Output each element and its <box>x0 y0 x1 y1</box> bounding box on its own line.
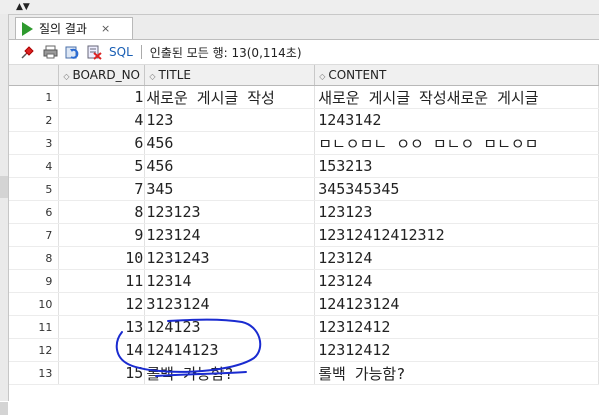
title-cell[interactable]: 새로운 게시글 작성 <box>144 85 316 109</box>
content-cell[interactable]: 123123 <box>314 200 599 224</box>
content-cell[interactable]: 345345345 <box>314 177 599 201</box>
row-number: 5 <box>9 177 60 201</box>
title-cell[interactable]: 456 <box>144 131 316 155</box>
board-no-cell[interactable]: 7 <box>58 177 146 201</box>
table-row[interactable]: 4 5 456 153213 <box>9 154 599 178</box>
title-cell[interactable]: 12314 <box>144 269 316 293</box>
row-number: 12 <box>9 338 60 362</box>
fetch-status: 인출된 모든 행: 13(0,114초) <box>149 45 302 60</box>
board-no-cell[interactable]: 1 <box>58 85 146 109</box>
row-number: 9 <box>9 269 60 293</box>
collapse-arrows-icon[interactable]: ▲▼ <box>16 2 30 12</box>
cancel-sql-icon[interactable] <box>85 43 103 61</box>
table-row[interactable]: 8 10 1231243 123124 <box>9 246 599 270</box>
print-icon[interactable] <box>41 43 59 61</box>
column-header-board-no[interactable]: ◇ BOARD_NO <box>58 65 146 86</box>
content-cell[interactable]: 롤백 가능함? <box>314 361 599 385</box>
title-cell[interactable]: 123 <box>144 108 316 132</box>
sort-handle-icon: ◇ <box>63 72 70 81</box>
content-cell[interactable]: 12312412 <box>314 315 599 339</box>
row-number: 4 <box>9 154 60 178</box>
table-row[interactable]: 1 1 새로운 게시글 작성 새로운 게시글 작성새로운 게시글 <box>9 85 599 109</box>
board-no-cell[interactable]: 6 <box>58 131 146 155</box>
result-toolbar: SQL 인출된 모든 행: 13(0,114초) <box>9 40 599 65</box>
tab-label: 질의 결과 <box>39 22 87 36</box>
table-row[interactable]: 6 8 123123 123123 <box>9 200 599 224</box>
row-number: 1 <box>9 85 60 109</box>
column-header-content[interactable]: ◇ CONTENT <box>314 65 599 86</box>
handwritten-circle-annotation <box>115 318 262 377</box>
row-number: 2 <box>9 108 60 132</box>
table-row[interactable]: 3 6 456 ㅁㄴㅇㅁㄴ ㅇㅇ ㅁㄴㅇ ㅁㄴㅇㅁ <box>9 131 599 155</box>
column-header-title[interactable]: ◇ TITLE <box>144 65 316 86</box>
row-number-header <box>9 65 60 86</box>
board-no-cell[interactable]: 10 <box>58 246 146 270</box>
top-strip: ▲▼ <box>0 0 599 15</box>
table-row[interactable]: 2 4 123 1243142 <box>9 108 599 132</box>
content-cell[interactable]: 123124 <box>314 269 599 293</box>
content-cell[interactable]: 1243142 <box>314 108 599 132</box>
title-cell[interactable]: 3123124 <box>144 292 316 316</box>
title-cell[interactable]: 123124 <box>144 223 316 247</box>
gutter-handle[interactable] <box>0 176 8 198</box>
content-cell[interactable]: 153213 <box>314 154 599 178</box>
board-no-cell[interactable]: 5 <box>58 154 146 178</box>
board-no-cell[interactable]: 4 <box>58 108 146 132</box>
board-no-cell[interactable]: 11 <box>58 269 146 293</box>
table-row[interactable]: 10 12 3123124 124123124 <box>9 292 599 316</box>
content-cell[interactable]: 12312412 <box>314 338 599 362</box>
table-row[interactable]: 13 15 롤백 가능함? 롤백 가능함? <box>9 361 599 385</box>
table-row[interactable]: 11 13 124123 12312412 <box>9 315 599 339</box>
tab-query-result[interactable]: 질의 결과 × <box>15 17 133 39</box>
table-row[interactable]: 7 9 123124 12312412412312 <box>9 223 599 247</box>
title-cell[interactable]: 123123 <box>144 200 316 224</box>
result-grid: ◇ BOARD_NO ◇ TITLE ◇ CONTENT 1 1 새로운 게시글 작성 새로… <box>9 65 599 385</box>
table-row[interactable]: 5 7 345 345345345 <box>9 177 599 201</box>
run-icon <box>22 21 33 36</box>
toolbar-divider <box>140 45 142 59</box>
row-number: 7 <box>9 223 60 247</box>
tab-bar: 질의 결과 × <box>9 15 599 40</box>
sort-handle-icon: ◇ <box>149 72 156 81</box>
row-number: 6 <box>9 200 60 224</box>
content-cell[interactable]: 12312412412312 <box>314 223 599 247</box>
content-cell[interactable]: 124123124 <box>314 292 599 316</box>
row-number: 11 <box>9 315 60 339</box>
header-row: ◇ BOARD_NO ◇ TITLE ◇ CONTENT <box>9 65 599 86</box>
row-number: 3 <box>9 131 60 155</box>
close-icon[interactable]: × <box>101 22 110 35</box>
title-cell[interactable]: 456 <box>144 154 316 178</box>
gutter-handle-bottom[interactable] <box>0 402 8 415</box>
left-gutter <box>0 14 9 415</box>
table-row[interactable]: 12 14 12414123 12312412 <box>9 338 599 362</box>
table-row[interactable]: 9 11 12314 123124 <box>9 269 599 293</box>
refresh-icon[interactable] <box>63 43 81 61</box>
row-number: 13 <box>9 361 60 385</box>
sort-handle-icon: ◇ <box>319 72 326 81</box>
content-cell[interactable]: 123124 <box>314 246 599 270</box>
content-cell[interactable]: 새로운 게시글 작성새로운 게시글 <box>314 85 599 109</box>
board-no-cell[interactable]: 8 <box>58 200 146 224</box>
title-cell[interactable]: 1231243 <box>144 246 316 270</box>
content-cell[interactable]: ㅁㄴㅇㅁㄴ ㅇㅇ ㅁㄴㅇ ㅁㄴㅇㅁ <box>314 131 599 155</box>
board-no-cell[interactable]: 12 <box>58 292 146 316</box>
row-number: 10 <box>9 292 60 316</box>
title-cell[interactable]: 345 <box>144 177 316 201</box>
sql-button[interactable]: SQL <box>109 45 133 59</box>
board-no-cell[interactable]: 9 <box>58 223 146 247</box>
pin-icon[interactable] <box>19 43 37 61</box>
row-number: 8 <box>9 246 60 270</box>
